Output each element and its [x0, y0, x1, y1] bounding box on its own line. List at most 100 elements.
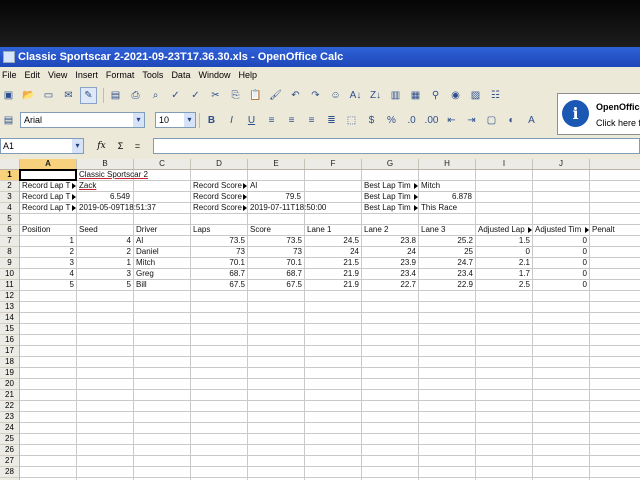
table-cell[interactable]: 4 — [77, 236, 131, 246]
table-cell[interactable]: 0 — [533, 280, 587, 290]
table-cell[interactable]: 73.5 — [248, 236, 302, 246]
row-header[interactable]: 14 — [0, 313, 19, 324]
header-laps[interactable]: Laps — [193, 225, 247, 235]
table-cell[interactable]: 22.9 — [419, 280, 473, 290]
borders-icon[interactable]: ▢ — [483, 112, 500, 129]
header-adjusted-time[interactable]: Adjusted Tim — [535, 225, 587, 235]
table-cell[interactable]: 3 — [77, 269, 131, 279]
row-header[interactable]: 16 — [0, 335, 19, 346]
underline-button[interactable]: U — [243, 112, 260, 129]
header-lane-2[interactable]: Lane 2 — [364, 225, 418, 235]
table-cell[interactable]: 2 — [20, 247, 74, 257]
table-cell[interactable]: 24.7 — [419, 258, 473, 268]
align-left-icon[interactable]: ≡ — [263, 112, 280, 129]
header-driver[interactable]: Driver — [136, 225, 190, 235]
sum-icon[interactable]: Σ — [113, 141, 128, 151]
format-paintbrush-icon[interactable]: 🖌 — [267, 87, 284, 104]
table-cell[interactable]: 73 — [191, 247, 245, 257]
header-adjusted-lap[interactable]: Adjusted Lap — [478, 225, 530, 235]
table-cell[interactable]: 70.1 — [191, 258, 245, 268]
font-name-box[interactable]: Arial ▾ — [20, 112, 145, 128]
function-wizard-icon[interactable]: fx — [94, 141, 109, 151]
cell-h2[interactable]: Mitch — [421, 181, 471, 191]
cut-icon[interactable]: ✂ — [207, 87, 224, 104]
row-header[interactable]: 2 — [0, 181, 19, 192]
row-header[interactable]: 6 — [0, 225, 19, 236]
align-center-icon[interactable]: ≡ — [283, 112, 300, 129]
table-cell[interactable]: Al — [136, 236, 190, 246]
redo-icon[interactable]: ↷ — [307, 87, 324, 104]
save-icon[interactable]: ▭ — [40, 87, 57, 104]
notification-text[interactable]: Click here fo — [596, 118, 640, 128]
table-cell[interactable]: 0 — [476, 247, 530, 257]
percent-icon[interactable]: % — [383, 112, 400, 129]
row-header[interactable]: 26 — [0, 445, 19, 456]
italic-button[interactable]: I — [223, 112, 240, 129]
table-cell[interactable]: 23.9 — [362, 258, 416, 268]
font-size-box[interactable]: 10 ▾ — [155, 112, 196, 128]
align-right-icon[interactable]: ≡ — [303, 112, 320, 129]
row-header[interactable]: 7 — [0, 236, 19, 247]
background-color-icon[interactable]: ◐ — [503, 112, 520, 129]
navigator-icon[interactable]: ◉ — [447, 87, 464, 104]
table-cell[interactable]: 2.5 — [476, 280, 530, 290]
row-header[interactable]: 8 — [0, 247, 19, 258]
cell-a2[interactable]: Record Lap T — [22, 181, 74, 191]
col-header-j[interactable]: J — [533, 159, 590, 169]
chevron-down-icon[interactable]: ▾ — [184, 113, 195, 127]
header-score[interactable]: Score — [250, 225, 304, 235]
col-header-c[interactable]: C — [134, 159, 191, 169]
decimal-add-icon[interactable]: .0 — [403, 112, 420, 129]
find-icon[interactable]: ⚲ — [427, 87, 444, 104]
merge-cells-icon[interactable]: ⬚ — [343, 112, 360, 129]
active-cell-a1[interactable] — [19, 169, 77, 181]
row-header[interactable]: 19 — [0, 368, 19, 379]
styles-icon[interactable]: ▤ — [0, 112, 17, 129]
hyperlink-icon[interactable]: ☺ — [327, 87, 344, 104]
autospell-icon[interactable]: ✓ — [187, 87, 204, 104]
cell-e4[interactable]: 2019-07-11T18:50:00 — [250, 203, 326, 213]
menu-insert[interactable]: Insert — [75, 70, 98, 80]
cell-g3[interactable]: Best Lap Tim — [364, 192, 416, 202]
open-icon[interactable]: 📂 — [20, 87, 37, 104]
col-header-a[interactable]: A — [20, 159, 77, 169]
table-cell[interactable]: 0 — [533, 258, 587, 268]
col-header-h[interactable]: H — [419, 159, 476, 169]
table-cell[interactable]: 73 — [248, 247, 302, 257]
header-lane-3[interactable]: Lane 3 — [421, 225, 475, 235]
menu-data[interactable]: Data — [171, 70, 190, 80]
table-cell[interactable]: 1 — [77, 258, 131, 268]
sort-ascending-icon[interactable]: A↓ — [347, 87, 364, 104]
table-cell[interactable]: 70.1 — [248, 258, 302, 268]
data-sources-icon[interactable]: ☷ — [487, 87, 504, 104]
table-cell[interactable]: 0 — [533, 247, 587, 257]
cell-d4[interactable]: Record Score — [193, 203, 245, 213]
menu-help[interactable]: Help — [238, 70, 257, 80]
row-header[interactable]: 3 — [0, 192, 19, 203]
select-all-corner[interactable] — [0, 159, 20, 169]
col-header-g[interactable]: G — [362, 159, 419, 169]
row-header[interactable]: 22 — [0, 401, 19, 412]
spellcheck-icon[interactable]: ✓ — [167, 87, 184, 104]
decimal-remove-icon[interactable]: .00 — [423, 112, 440, 129]
row-header[interactable]: 21 — [0, 390, 19, 401]
header-seed[interactable]: Seed — [79, 225, 133, 235]
table-cell[interactable]: 21.5 — [305, 258, 359, 268]
table-cell[interactable]: 23.8 — [362, 236, 416, 246]
row-header[interactable]: 5 — [0, 214, 19, 225]
cell-g2[interactable]: Best Lap Tim — [364, 181, 416, 191]
col-header-b[interactable]: B — [77, 159, 134, 169]
row-header[interactable]: 18 — [0, 357, 19, 368]
table-cell[interactable]: 68.7 — [248, 269, 302, 279]
table-cell[interactable]: 4 — [20, 269, 74, 279]
row-header[interactable]: 27 — [0, 456, 19, 467]
cell-d2[interactable]: Record Score — [193, 181, 245, 191]
table-cell[interactable]: 1.5 — [476, 236, 530, 246]
menu-window[interactable]: Window — [198, 70, 230, 80]
row-header[interactable]: 13 — [0, 302, 19, 313]
col-header-k[interactable] — [590, 159, 640, 169]
row-header[interactable]: 23 — [0, 412, 19, 423]
preview-icon[interactable]: ⌕ — [147, 87, 164, 104]
table-cell[interactable]: 21.9 — [305, 280, 359, 290]
new-icon[interactable]: ▣ — [0, 87, 17, 104]
